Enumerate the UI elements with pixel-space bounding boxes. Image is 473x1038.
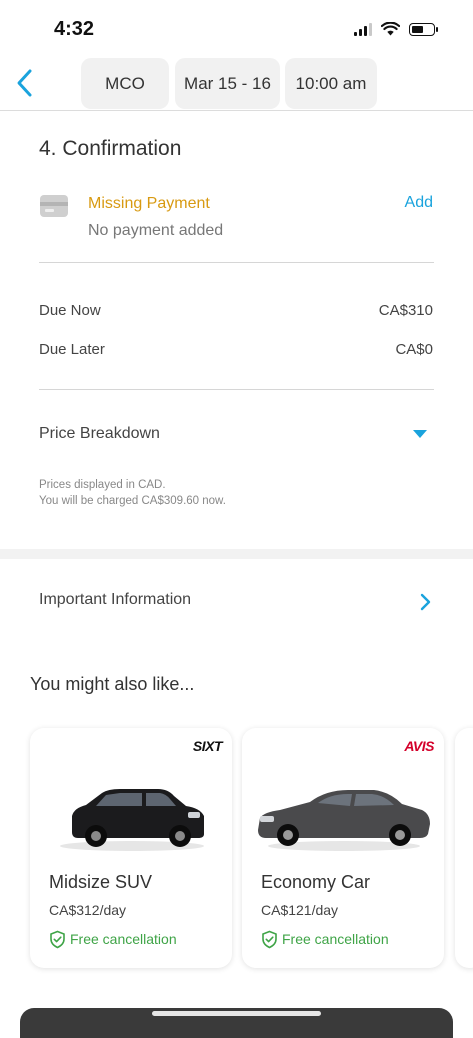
suggestion-card-suv[interactable]: SIXT Midsize SUV CA$312/day Free cancell… — [30, 728, 232, 968]
due-later-label: Due Later — [39, 341, 105, 358]
suggestion-card-peek[interactable] — [455, 728, 473, 968]
suggestions-title: You might also like... — [30, 674, 195, 694]
due-now-label: Due Now — [39, 302, 101, 319]
sedan-image — [258, 790, 430, 851]
location-chip[interactable]: MCO — [81, 58, 169, 109]
caret-down-icon[interactable] — [413, 430, 427, 438]
divider — [39, 389, 434, 390]
add-payment-button[interactable]: Add — [405, 194, 433, 212]
back-chevron-icon[interactable] — [14, 66, 38, 100]
suggestion-card-economy[interactable]: AVIS Economy Car CA$121/day Free cancell… — [242, 728, 444, 968]
battery-icon — [409, 22, 438, 36]
price-note: Prices displayed in CAD. — [39, 479, 166, 491]
price-note: You will be charged CA$309.60 now. — [39, 495, 226, 507]
status-time: 4:32 — [54, 18, 95, 40]
car-class: Midsize SUV — [49, 872, 153, 892]
time-chip[interactable]: 10:00 am — [285, 58, 377, 109]
suv-image — [60, 789, 204, 851]
chevron-right-icon[interactable] — [417, 592, 433, 612]
free-cancellation-badge: Free cancellation — [282, 931, 389, 947]
header-divider — [0, 110, 473, 111]
payment-detail: No payment added — [88, 222, 224, 239]
brand-logo: AVIS — [404, 738, 434, 754]
signal-icon — [354, 22, 372, 36]
dates-chip[interactable]: Mar 15 - 16 — [175, 58, 280, 109]
shield-check-icon — [50, 930, 65, 949]
due-now-value: CA$310 — [378, 302, 433, 319]
car-class: Economy Car — [261, 872, 371, 892]
section-title: 4. Confirmation — [39, 137, 182, 160]
price-breakdown-toggle[interactable]: Price Breakdown — [39, 425, 160, 443]
shield-check-icon — [262, 930, 277, 949]
payment-status: Missing Payment — [88, 195, 210, 212]
home-indicator — [152, 1011, 321, 1016]
due-later-value: CA$0 — [395, 341, 433, 358]
divider — [39, 262, 434, 263]
important-information-link[interactable]: Important Information — [39, 591, 191, 609]
status-icons — [354, 22, 438, 36]
car-price: CA$121/day — [261, 902, 339, 918]
wifi-icon — [381, 22, 400, 36]
credit-card-icon — [40, 195, 68, 217]
brand-logo: SIXT — [192, 738, 223, 754]
free-cancellation-badge: Free cancellation — [70, 931, 177, 947]
section-separator — [0, 549, 473, 559]
car-price: CA$312/day — [49, 902, 127, 918]
